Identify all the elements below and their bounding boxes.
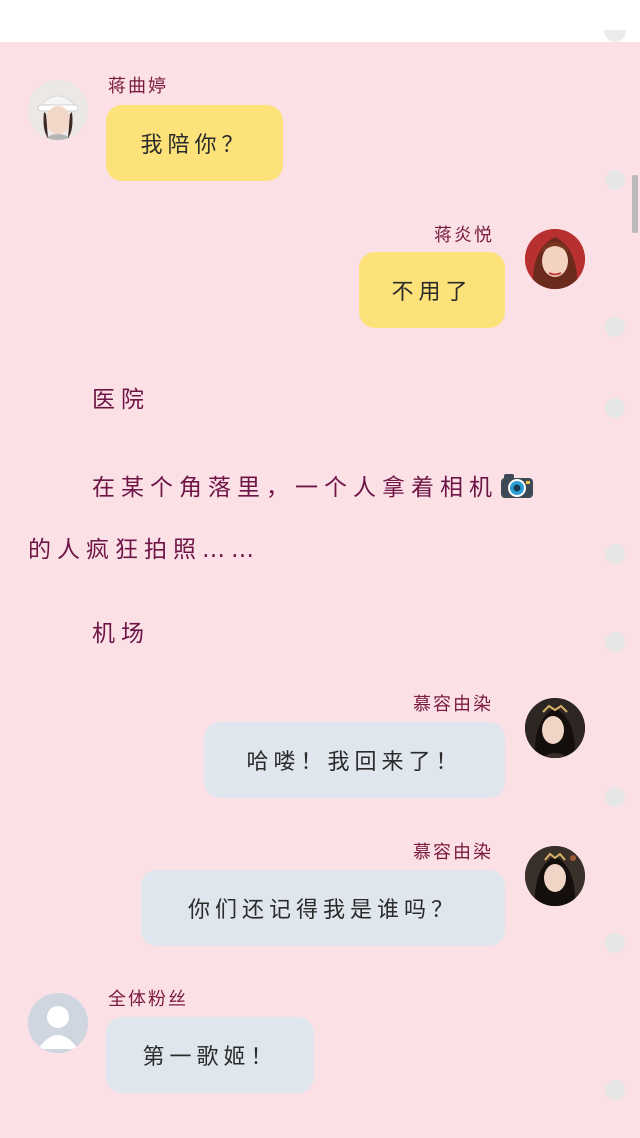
scroll-dot xyxy=(605,1080,625,1100)
sender-name: 全体粉丝 xyxy=(108,989,188,1010)
scene-label: 医院 xyxy=(92,387,150,413)
sender-name: 慕容由染 xyxy=(413,842,493,863)
avatar[interactable] xyxy=(525,229,585,289)
narration-text: 在某个角落里，一个人拿着相机 xyxy=(92,468,534,502)
person-silhouette-icon xyxy=(28,993,88,1053)
scroll-dot xyxy=(605,787,625,807)
sender-name: 蒋曲婷 xyxy=(108,76,168,97)
top-bar xyxy=(0,0,640,42)
chat-bubble[interactable]: 你们还记得我是谁吗？ xyxy=(141,870,505,946)
scrollbar-thumb[interactable] xyxy=(632,175,638,233)
scroll-dot xyxy=(605,317,625,337)
scroll-dot xyxy=(605,398,625,418)
chat-bubble[interactable]: 哈喽！我回来了！ xyxy=(204,722,505,798)
avatar[interactable] xyxy=(525,698,585,758)
avatar[interactable] xyxy=(525,846,585,906)
avatar[interactable] xyxy=(28,993,88,1053)
chat-bubble[interactable]: 不用了 xyxy=(359,252,505,328)
scroll-dot xyxy=(605,632,625,652)
scroll-dot xyxy=(605,933,625,953)
chat-bubble[interactable]: 我陪你？ xyxy=(106,105,283,181)
scroll-dot xyxy=(605,170,625,190)
scroll-dot xyxy=(605,544,625,564)
avatar[interactable] xyxy=(28,80,88,140)
narration-line: 在某个角落里，一个人拿着相机 xyxy=(92,475,498,501)
narration-text: 的人疯狂拍照…… xyxy=(28,537,260,563)
chat-bubble[interactable]: 第一歌姬！ xyxy=(106,1017,314,1093)
sender-name: 慕容由染 xyxy=(413,694,493,715)
sender-name: 蒋炎悦 xyxy=(434,225,494,246)
camera-icon xyxy=(500,473,534,499)
scene-label: 机场 xyxy=(92,621,150,647)
